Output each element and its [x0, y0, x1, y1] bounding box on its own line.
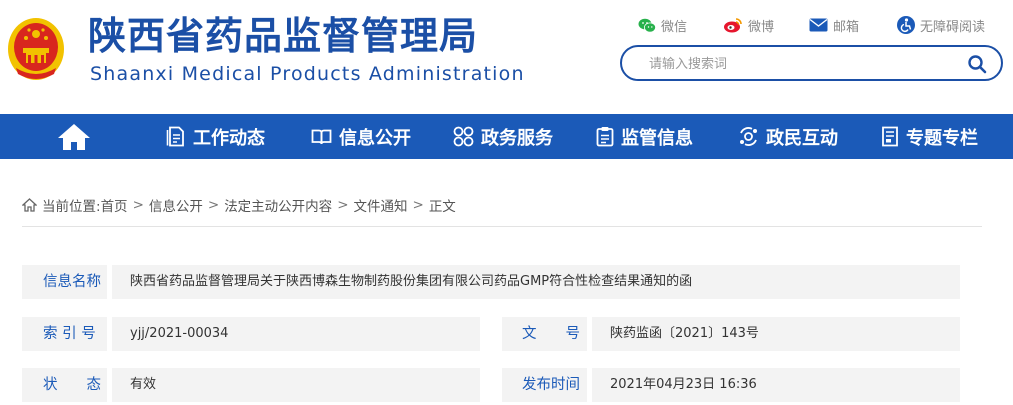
clipboard-icon: [596, 127, 614, 147]
breadcrumb-prefix: 当前位置:: [42, 199, 101, 215]
wechat-icon: [638, 18, 656, 32]
info-index-value: yjj/2021-00034: [130, 326, 229, 341]
mail-link[interactable]: 邮箱: [809, 14, 859, 36]
search-icon[interactable]: [967, 54, 987, 74]
info-status-value: 有效: [130, 377, 157, 392]
search-box: [620, 45, 1003, 81]
book-icon: [311, 129, 332, 144]
info-index-label: 索 引 号: [43, 326, 96, 342]
nav-item-supervision-info[interactable]: 监管信息: [596, 114, 693, 159]
main-nav: 工作动态 信息公开 政务服务 监管信息 政民互动 专题专栏: [0, 114, 1013, 159]
folder-icon: [882, 126, 898, 147]
mail-label: 邮箱: [833, 19, 860, 35]
grid-icon: [453, 126, 474, 147]
nav-label: 监管信息: [621, 127, 693, 149]
info-docno-label: 文 号: [522, 326, 580, 342]
breadcrumb-statutory-content[interactable]: 法定主动公开内容: [224, 195, 332, 215]
interaction-icon: [740, 127, 757, 146]
divider: [22, 226, 982, 227]
breadcrumb-file-notices[interactable]: 文件通知: [354, 195, 408, 215]
accessibility-label: 无障碍阅读: [920, 19, 986, 35]
breadcrumb-home[interactable]: 首页: [101, 195, 128, 215]
mail-icon: [809, 18, 828, 32]
info-date-value: 2021年04月23日 16:36: [610, 377, 757, 392]
info-date-label: 发布时间: [522, 377, 580, 393]
site-title-cn[interactable]: 陕西省药品监督管理局: [88, 14, 478, 58]
site-header: 陕西省药品监督管理局 Shaanxi Medical Products Admi…: [0, 0, 1013, 113]
nav-label: 政务服务: [481, 127, 553, 149]
site-title-en[interactable]: Shaanxi Medical Products Administration: [90, 62, 525, 86]
nav-label: 工作动态: [193, 127, 265, 149]
wechat-link[interactable]: 微信: [638, 14, 687, 36]
weibo-icon: [724, 18, 742, 33]
nav-item-gov-services[interactable]: 政务服务: [453, 114, 553, 159]
nav-item-info-disclosure[interactable]: 信息公开: [311, 114, 411, 159]
nav-item-public-interaction[interactable]: 政民互动: [738, 114, 838, 159]
home-icon[interactable]: [56, 122, 92, 152]
info-name-value: 陕西省药品监督管理局关于陕西博森生物制药股份集团有限公司药品GMP符合性检查结果…: [130, 274, 693, 289]
info-name-label: 信息名称: [43, 274, 101, 290]
info-docno-value: 陕药监函〔2021〕143号: [610, 326, 759, 341]
nav-label: 专题专栏: [906, 127, 978, 149]
search-input[interactable]: [649, 54, 949, 74]
nav-item-special-topics[interactable]: 专题专栏: [881, 114, 978, 159]
accessibility-icon: [897, 16, 915, 34]
info-value-cell: [112, 368, 480, 402]
accessibility-link[interactable]: 无障碍阅读: [897, 14, 985, 36]
wechat-label: 微信: [661, 19, 688, 35]
weibo-label: 微博: [748, 19, 775, 35]
breadcrumb-info-disclosure[interactable]: 信息公开: [149, 195, 203, 215]
breadcrumb-separator: >: [412, 197, 424, 213]
nav-label: 信息公开: [339, 127, 411, 149]
nav-item-work-news[interactable]: 工作动态: [166, 114, 265, 159]
document-icon: [166, 126, 184, 147]
breadcrumb: 当前位置: 首页 > 信息公开 > 法定主动公开内容 > 文件通知 > 正文: [22, 195, 456, 215]
breadcrumb-separator: >: [207, 197, 220, 213]
breadcrumb-separator: >: [132, 197, 144, 213]
info-status-label: 状 态: [43, 377, 101, 393]
weibo-link[interactable]: 微博: [723, 14, 774, 36]
national-emblem-icon: [8, 18, 64, 80]
nav-label: 政民互动: [766, 127, 838, 149]
breadcrumb-current: 正文: [428, 199, 456, 215]
home-icon: [22, 198, 37, 212]
breadcrumb-separator: >: [337, 197, 349, 213]
